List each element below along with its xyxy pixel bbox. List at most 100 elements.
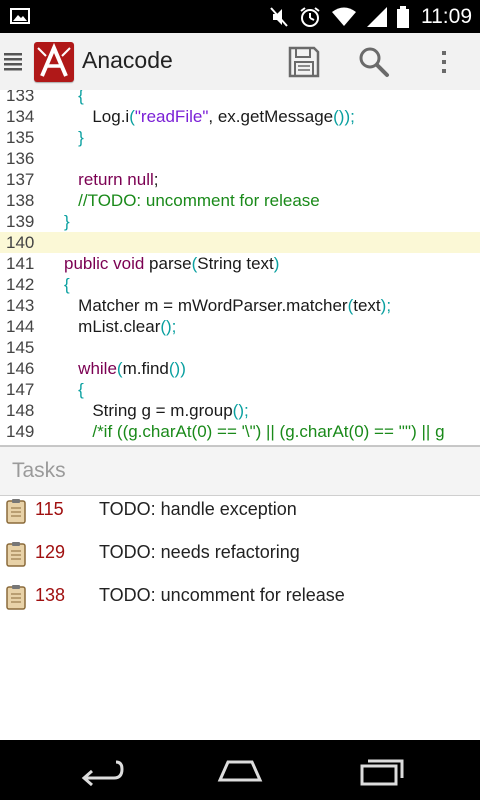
code-line[interactable]: 138 //TODO: uncomment for release	[0, 190, 480, 211]
code-token: Log.i	[64, 107, 130, 126]
code-line[interactable]: 139}	[0, 211, 480, 232]
code-line[interactable]: 135 }	[0, 127, 480, 148]
line-number: 134	[6, 107, 35, 126]
code-token: /*if ((g.charAt(0) == '\") || (g.charAt(…	[92, 422, 445, 441]
code-token: return null	[78, 170, 154, 189]
task-line-number: 138	[35, 585, 66, 605]
navigation-bar	[0, 740, 480, 800]
code-line[interactable]: 134 Log.i("readFile", ex.getMessage());	[0, 106, 480, 127]
code-line[interactable]: 142 {	[0, 274, 480, 295]
code-token: {	[64, 275, 70, 294]
clipboard-icon	[6, 585, 26, 610]
search-icon[interactable]	[356, 44, 392, 80]
code-token: , ex.getMessage	[208, 107, 334, 126]
clipboard-icon	[6, 542, 26, 567]
code-line[interactable]: 141 public void parse(String text)	[0, 253, 480, 274]
code-token: ;	[153, 170, 159, 189]
line-number: 147	[6, 380, 35, 399]
back-icon[interactable]	[76, 754, 128, 786]
overflow-menu-icon[interactable]	[426, 44, 462, 80]
code-line[interactable]: 144 mList.clear();	[0, 316, 480, 337]
code-token: "readFile"	[134, 107, 209, 126]
line-number: 149	[6, 422, 35, 441]
code-line[interactable]: 148 String g = m.group();	[0, 400, 480, 421]
code-line[interactable]: 146 while(m.find())	[0, 358, 480, 379]
code-token: String text	[197, 254, 274, 273]
code-token: text	[353, 296, 381, 315]
action-bar: Anacode	[0, 33, 480, 91]
code-text: Matcher m = mWordParser.matcher(text);	[64, 295, 391, 316]
status-bar: 11:09	[0, 0, 480, 33]
tasks-header: Tasks	[0, 447, 480, 496]
code-line[interactable]: 149 /*if ((g.charAt(0) == '\") || (g.cha…	[0, 421, 480, 442]
code-text: {	[64, 379, 84, 400]
code-text: {	[64, 90, 84, 106]
line-number: 144	[6, 317, 35, 336]
line-number: 139	[6, 212, 35, 231]
app-title: Anacode	[82, 47, 173, 73]
code-text: /*if ((g.charAt(0) == '\") || (g.charAt(…	[64, 421, 445, 442]
line-number: 143	[6, 296, 35, 315]
code-text: while(m.find())	[64, 358, 186, 379]
line-number: 133	[6, 90, 35, 105]
task-line-number: 129	[35, 542, 66, 562]
code-text: //TODO: uncomment for release	[64, 190, 320, 211]
task-line-number: 115	[35, 499, 64, 519]
save-icon[interactable]	[286, 44, 322, 80]
code-text: public void parse(String text)	[64, 253, 279, 274]
code-token: m.find	[122, 359, 169, 378]
code-text: }	[64, 127, 84, 148]
line-number: 142	[6, 275, 35, 294]
drawer-handle-icon[interactable]	[4, 51, 22, 71]
clipboard-icon	[6, 499, 26, 524]
code-token: }	[78, 128, 84, 147]
task-item[interactable]: 115 TODO: handle exception	[0, 496, 480, 539]
task-text: TODO: handle exception	[99, 499, 297, 519]
code-token: ();	[232, 401, 249, 420]
mute-icon	[270, 6, 288, 27]
alarm-icon	[300, 6, 320, 27]
code-token: public void	[64, 254, 145, 273]
code-token: //TODO: uncomment for release	[78, 191, 320, 210]
line-number: 141	[6, 254, 35, 273]
code-token: parse	[144, 254, 192, 273]
code-token: {	[78, 380, 84, 399]
code-token: );	[380, 296, 392, 315]
home-icon[interactable]	[214, 754, 266, 786]
code-token: )	[273, 254, 280, 273]
code-line[interactable]: 137 return null;	[0, 169, 480, 190]
code-token: mList.clear	[64, 317, 161, 336]
code-line[interactable]: 147 {	[0, 379, 480, 400]
code-token: ())	[168, 359, 186, 378]
task-text: TODO: uncomment for release	[99, 585, 345, 605]
task-item[interactable]: 129 TODO: needs refactoring	[0, 539, 480, 582]
line-number: 137	[6, 170, 35, 189]
code-editor[interactable]: 133 {134 Log.i("readFile", ex.getMessage…	[0, 90, 480, 445]
code-text: return null;	[64, 169, 159, 190]
app-logo[interactable]	[34, 42, 74, 82]
code-token: while	[78, 359, 117, 378]
image-notification-icon	[10, 8, 30, 24]
app-logo-icon	[37, 42, 71, 77]
line-number: 135	[6, 128, 35, 147]
code-text: String g = m.group();	[64, 400, 249, 421]
recents-icon[interactable]	[356, 754, 408, 786]
code-line-current[interactable]: 140	[0, 232, 480, 253]
code-token: String g = m.group	[64, 401, 233, 420]
code-text: }	[64, 211, 70, 232]
task-item[interactable]: 138 TODO: uncomment for release	[0, 582, 480, 625]
code-line[interactable]: 145	[0, 337, 480, 358]
code-line[interactable]: 136	[0, 148, 480, 169]
code-text: {	[64, 274, 70, 295]
line-number: 145	[6, 338, 35, 357]
code-line[interactable]: 143 Matcher m = mWordParser.matcher(text…	[0, 295, 480, 316]
tasks-title: Tasks	[12, 459, 66, 482]
line-number: 138	[6, 191, 35, 210]
code-line[interactable]: 133 {	[0, 90, 480, 106]
